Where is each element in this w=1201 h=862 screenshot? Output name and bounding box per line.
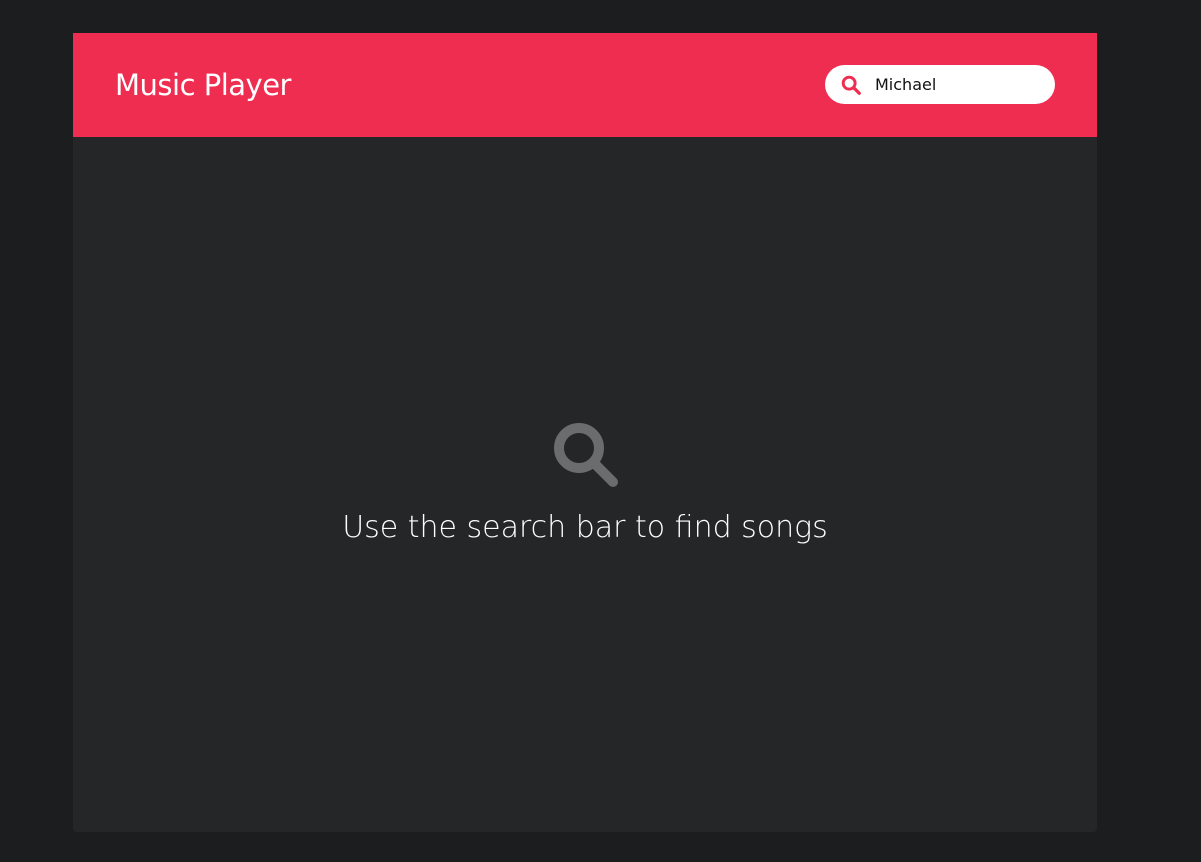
search-icon[interactable] bbox=[840, 74, 862, 96]
app-header: Music Player bbox=[73, 33, 1097, 137]
empty-state-message: Use the search bar to find songs bbox=[342, 510, 828, 545]
search-bar[interactable] bbox=[825, 65, 1055, 104]
music-player-app: Music Player Use the search bar to find … bbox=[73, 33, 1097, 832]
search-icon bbox=[554, 423, 618, 487]
app-title: Music Player bbox=[115, 68, 291, 102]
search-input[interactable] bbox=[875, 65, 1043, 104]
empty-state: Use the search bar to find songs bbox=[73, 416, 1097, 546]
